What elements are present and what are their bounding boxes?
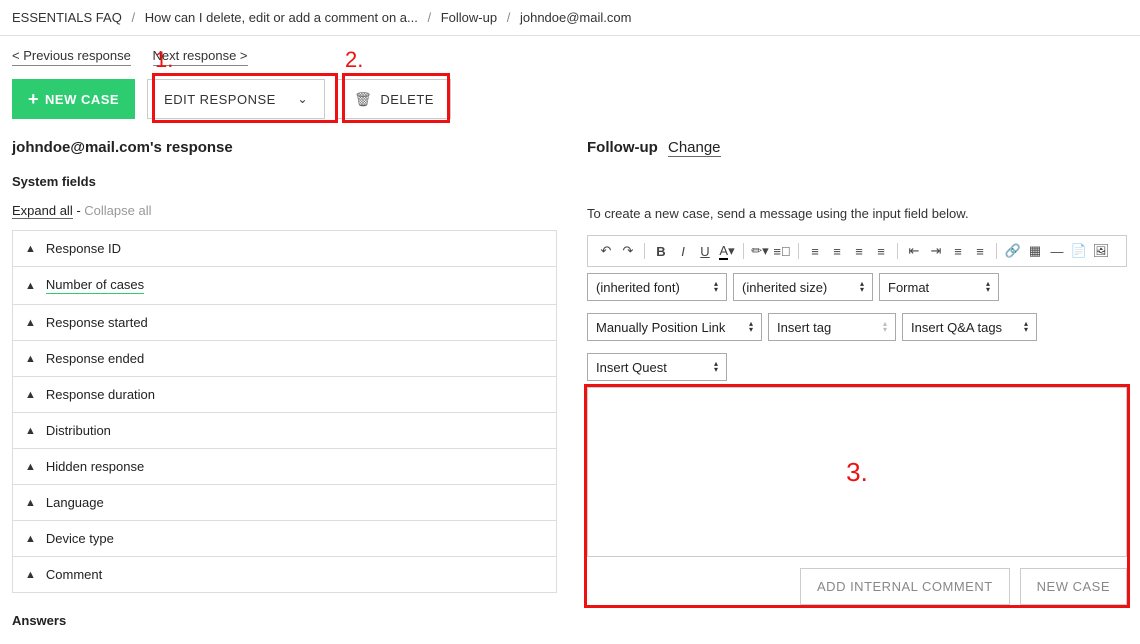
field-row[interactable]: ▲ Number of cases — [13, 267, 556, 305]
triangle-icon: ▲ — [25, 533, 36, 545]
field-row[interactable]: ▲ Response ended — [13, 341, 556, 377]
field-row[interactable]: ▲ Device type — [13, 521, 556, 557]
edit-response-label: EDIT RESPONSE — [164, 92, 276, 107]
breadcrumb-item[interactable]: ESSENTIALS FAQ — [12, 10, 122, 25]
breadcrumb-sep: / — [507, 10, 511, 25]
system-fields-header: System fields — [12, 174, 557, 189]
field-label: Distribution — [46, 423, 111, 438]
field-row[interactable]: ▲ Response started — [13, 305, 556, 341]
triangle-icon: ▲ — [25, 389, 36, 401]
indent-icon[interactable]: ⇥ — [926, 241, 946, 261]
hr-icon[interactable]: — — [1047, 241, 1067, 261]
new-case-button-bottom[interactable]: NEW CASE — [1020, 568, 1127, 605]
undo-icon[interactable]: ↶ — [596, 241, 616, 261]
italic-icon[interactable]: I — [673, 241, 693, 261]
breadcrumb-item[interactable]: How can I delete, edit or add a comment … — [145, 10, 418, 25]
triangle-icon: ▲ — [25, 243, 36, 255]
field-label: Number of cases — [46, 277, 144, 294]
delete-button[interactable]: 🗑 DELETE — [337, 79, 451, 119]
field-row[interactable]: ▲ Response ID — [13, 231, 556, 267]
insert-quest-select[interactable]: Insert Quest▴▾ — [587, 353, 727, 381]
field-row[interactable]: ▲ Comment — [13, 557, 556, 592]
triangle-icon: ▲ — [25, 569, 36, 581]
system-fields-list: ▲ Response ID ▲ Number of cases ▲ Response … — [12, 230, 557, 593]
triangle-icon: ▲ — [25, 461, 36, 473]
expand-all-link[interactable]: Expand all — [12, 203, 73, 219]
position-link-select[interactable]: Manually Position Link▴▾ — [587, 313, 762, 341]
field-label: Response started — [46, 315, 148, 330]
unordered-list-icon[interactable]: ≡ — [970, 241, 990, 261]
trash-icon: 🗑 — [354, 91, 372, 108]
table-icon[interactable]: ▦ — [1025, 241, 1045, 261]
underline-icon[interactable]: U — [695, 241, 715, 261]
message-editor[interactable] — [587, 387, 1127, 557]
edit-response-dropdown[interactable]: EDIT RESPONSE ⌄ — [147, 79, 325, 119]
ordered-list-icon[interactable]: ≡ — [948, 241, 968, 261]
highlight-icon[interactable]: ✏▾ — [750, 241, 770, 261]
triangle-icon: ▲ — [25, 317, 36, 329]
field-label: Comment — [46, 567, 102, 582]
chevron-down-icon: ⌄ — [298, 92, 309, 106]
action-bar: + NEW CASE EDIT RESPONSE ⌄ 🗑 DELETE 1. 2… — [0, 63, 1140, 139]
delete-label: DELETE — [380, 92, 434, 107]
field-row[interactable]: ▲ Distribution — [13, 413, 556, 449]
outdent-icon[interactable]: ⇤ — [904, 241, 924, 261]
plus-icon: + — [28, 89, 39, 110]
align-right-icon[interactable]: ≡ — [849, 241, 869, 261]
triangle-icon: ▲ — [25, 425, 36, 437]
field-label: Device type — [46, 531, 114, 546]
collapse-all-link[interactable]: Collapse all — [84, 203, 151, 218]
font-select[interactable]: (inherited font)▴▾ — [587, 273, 727, 301]
field-label: Response ID — [46, 241, 121, 256]
new-case-button[interactable]: + NEW CASE — [12, 79, 135, 119]
answers-header: Answers — [12, 613, 557, 628]
field-label: Hidden response — [46, 459, 144, 474]
response-title: johndoe@mail.com's response — [12, 139, 557, 156]
redo-icon[interactable]: ↷ — [618, 241, 638, 261]
field-row[interactable]: ▲ Language — [13, 485, 556, 521]
align-justify-icon[interactable]: ≡ — [871, 241, 891, 261]
format-select[interactable]: Format▴▾ — [879, 273, 999, 301]
align-center-icon[interactable]: ≡ — [827, 241, 847, 261]
insert-qa-select[interactable]: Insert Q&A tags▴▾ — [902, 313, 1037, 341]
clear-format-icon[interactable]: ≡⃠ — [772, 241, 792, 261]
followup-label: Follow-up — [587, 139, 658, 156]
image-icon[interactable]: 🖼 — [1091, 241, 1111, 261]
align-left-icon[interactable]: ≡ — [805, 241, 825, 261]
followup-header: Follow-up Change — [587, 139, 1127, 156]
editor-toolbar: ↶ ↷ B I U A▾ ✏▾ ≡⃠ ≡ ≡ ≡ ≡ ⇤ ⇥ ≡ ≡ 🔗 ▦ —… — [587, 235, 1127, 267]
field-label: Response ended — [46, 351, 144, 366]
breadcrumb-sep: / — [131, 10, 135, 25]
text-color-icon[interactable]: A▾ — [717, 241, 737, 261]
insert-tag-select[interactable]: Insert tag▴▾ — [768, 313, 896, 341]
attachment-icon[interactable]: 📄 — [1069, 241, 1089, 261]
triangle-icon: ▲ — [25, 353, 36, 365]
expand-collapse: Expand all - Collapse all — [12, 203, 557, 218]
add-internal-comment-button[interactable]: ADD INTERNAL COMMENT — [800, 568, 1010, 605]
breadcrumb-item[interactable]: johndoe@mail.com — [520, 10, 631, 25]
field-label: Response duration — [46, 387, 155, 402]
triangle-icon: ▲ — [25, 280, 36, 292]
field-label: Language — [46, 495, 104, 510]
size-select[interactable]: (inherited size)▴▾ — [733, 273, 873, 301]
field-row[interactable]: ▲ Response duration — [13, 377, 556, 413]
bold-icon[interactable]: B — [651, 241, 671, 261]
field-row[interactable]: ▲ Hidden response — [13, 449, 556, 485]
triangle-icon: ▲ — [25, 497, 36, 509]
breadcrumb-sep: / — [427, 10, 431, 25]
breadcrumb-item[interactable]: Follow-up — [441, 10, 497, 25]
link-icon[interactable]: 🔗 — [1003, 241, 1023, 261]
hint-text: To create a new case, send a message usi… — [587, 206, 1127, 221]
change-link[interactable]: Change — [668, 139, 721, 157]
new-case-label: NEW CASE — [45, 92, 119, 107]
breadcrumb: ESSENTIALS FAQ / How can I delete, edit … — [0, 0, 1140, 36]
response-nav: < Previous response Next response > — [0, 36, 1140, 63]
